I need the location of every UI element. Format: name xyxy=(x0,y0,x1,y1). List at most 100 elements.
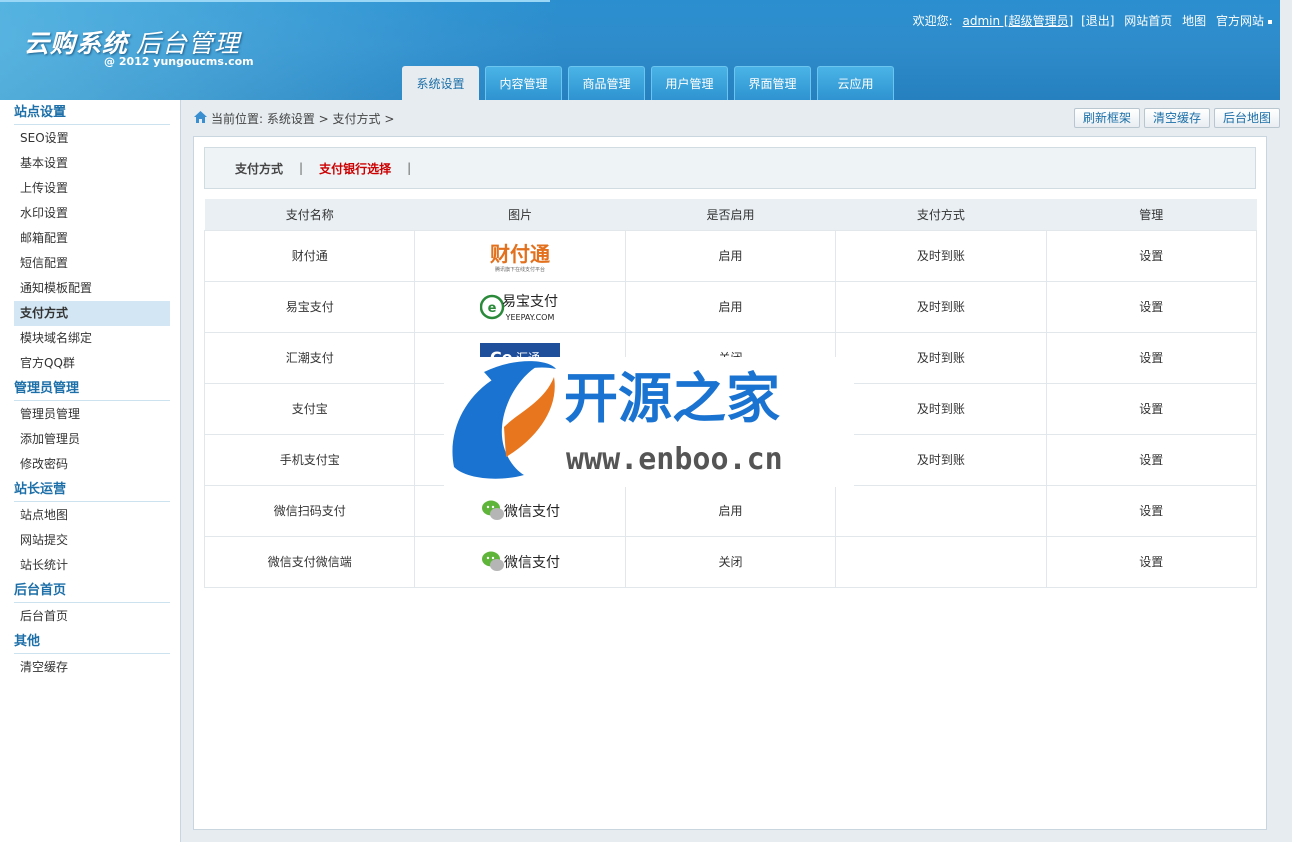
logo-copyright: @ 2012 yungoucms.com xyxy=(104,55,254,68)
tab-cloud-apps[interactable]: 云应用 xyxy=(817,66,894,100)
subtab-bank-select[interactable]: 支付银行选择 xyxy=(319,160,391,177)
table-row: 微信扫码支付 微信支付 启用 设置 xyxy=(203,484,1258,537)
header: 云购系统 后台管理 @ 2012 yungoucms.com 欢迎您: admin… xyxy=(0,0,1280,100)
sidebar-group-site: 站点设置 SEO设置 基本设置 上传设置 水印设置 邮箱配置 短信配置 通知模板… xyxy=(0,100,180,376)
payment-logo-cell: 微信支付 xyxy=(414,484,626,537)
sidebar-item-payment[interactable]: 支付方式 xyxy=(14,301,170,326)
sidebar-item-email[interactable]: 邮箱配置 xyxy=(14,226,170,251)
sidebar-item-sitemap[interactable]: 站点地图 xyxy=(14,503,170,528)
sidebar-item-stats[interactable]: 站长统计 xyxy=(14,553,170,578)
payment-mode: 及时到账 xyxy=(835,280,1047,333)
settings-link[interactable]: 设置 xyxy=(1045,280,1258,333)
wechat-pay-logo-icon: 微信支付 xyxy=(482,551,560,571)
svg-text:微信支付: 微信支付 xyxy=(504,504,560,520)
payment-name: 支付宝 xyxy=(203,382,416,435)
sidebar-item-admin-home[interactable]: 后台首页 xyxy=(14,604,170,629)
sitemap-link[interactable]: 地图 xyxy=(1182,14,1206,28)
payment-mode: 及时到账 xyxy=(835,433,1047,486)
svg-text:财付通: 财付通 xyxy=(490,242,550,266)
wechat-pay-logo-icon: 微信支付 xyxy=(482,500,560,520)
logout-link[interactable]: [退出] xyxy=(1081,14,1114,28)
payment-mode: 及时到账 xyxy=(835,382,1047,435)
sidebar-group-title[interactable]: 后台首页 xyxy=(14,578,170,603)
sidebar-item-change-password[interactable]: 修改密码 xyxy=(14,452,170,477)
tab-system-settings[interactable]: 系统设置 xyxy=(402,66,479,100)
watermark-url: www.enboo.cn xyxy=(566,442,783,477)
status-enabled: 启用 xyxy=(624,280,837,333)
col-enabled: 是否启用 xyxy=(625,199,836,230)
sidebar-group-home: 后台首页 后台首页 xyxy=(0,578,180,629)
breadcrumb-bar: 当前位置: 系统设置 > 支付方式 > 刷新框架 清空缓存 后台地图 xyxy=(182,100,1280,134)
sidebar: 站点设置 SEO设置 基本设置 上传设置 水印设置 邮箱配置 短信配置 通知模板… xyxy=(0,100,181,842)
payment-mode xyxy=(835,535,1047,588)
payment-name: 汇潮支付 xyxy=(203,331,416,384)
logo-title: 云购系统 xyxy=(24,29,129,58)
col-manage: 管理 xyxy=(1046,199,1257,230)
settings-link[interactable]: 设置 xyxy=(1045,484,1258,537)
refresh-frame-button[interactable]: 刷新框架 xyxy=(1073,108,1140,128)
sidebar-group-title[interactable]: 站点设置 xyxy=(14,100,170,125)
tab-products[interactable]: 商品管理 xyxy=(568,66,645,100)
sidebar-item-watermark[interactable]: 水印设置 xyxy=(14,201,170,226)
payment-name: 微信支付微信端 xyxy=(203,535,416,588)
settings-link[interactable]: 设置 xyxy=(1045,535,1258,588)
sidebar-group-title[interactable]: 站长运营 xyxy=(14,477,170,502)
official-site-link[interactable]: 官方网站 xyxy=(1216,14,1264,28)
payment-logo-cell: 微信支付 xyxy=(414,535,626,588)
svg-text:微信支付: 微信支付 xyxy=(504,555,560,571)
tab-interface[interactable]: 界面管理 xyxy=(734,66,811,100)
breadcrumb: 当前位置: 系统设置 > 支付方式 > xyxy=(211,112,395,126)
status-disabled: 关闭 xyxy=(624,535,837,588)
svg-text:e: e xyxy=(488,301,497,316)
sub-tabs: 支付方式 | 支付银行选择 | xyxy=(204,147,1256,189)
payment-mode xyxy=(835,484,1047,537)
tab-content[interactable]: 内容管理 xyxy=(485,66,562,100)
payment-name: 财付通 xyxy=(203,229,416,282)
sidebar-item-add-admin[interactable]: 添加管理员 xyxy=(14,427,170,452)
subtab-separator: | xyxy=(407,161,412,175)
settings-link[interactable]: 设置 xyxy=(1045,382,1258,435)
settings-link[interactable]: 设置 xyxy=(1045,229,1258,282)
yeepay-logo-icon: e 易宝支付 YEEPAY.COM xyxy=(480,294,558,322)
sidebar-item-basic[interactable]: 基本设置 xyxy=(14,151,170,176)
settings-link[interactable]: 设置 xyxy=(1045,433,1258,486)
payment-logo-cell: 财付通 腾讯旗下在线支付平台 xyxy=(414,229,626,282)
subtab-payment-methods[interactable]: 支付方式 xyxy=(235,160,283,177)
status-enabled: 启用 xyxy=(624,484,837,537)
sidebar-item-qq-group[interactable]: 官方QQ群 xyxy=(14,351,170,376)
sidebar-item-clear-cache[interactable]: 清空缓存 xyxy=(14,655,170,680)
clear-cache-button[interactable]: 清空缓存 xyxy=(1143,108,1210,128)
tab-users[interactable]: 用户管理 xyxy=(651,66,728,100)
col-name: 支付名称 xyxy=(204,199,415,230)
svg-text:易宝支付: 易宝支付 xyxy=(502,294,558,310)
admin-user-link[interactable]: admin [超级管理员] xyxy=(962,14,1073,28)
sidebar-item-admin-manage[interactable]: 管理员管理 xyxy=(14,402,170,427)
logo-subtitle: 后台管理 xyxy=(136,29,241,58)
watermark-logo: 开源之家 www.enboo.cn xyxy=(444,357,854,487)
table-row: 易宝支付 e 易宝支付 YEEPAY.COM 启用 及时到账 设置 xyxy=(203,280,1258,333)
admin-map-button[interactable]: 后台地图 xyxy=(1213,108,1280,128)
sidebar-item-notify-template[interactable]: 通知模板配置 xyxy=(14,276,170,301)
sidebar-item-domain-bind[interactable]: 模块域名绑定 xyxy=(14,326,170,351)
table-row: 微信支付微信端 微信支付 关闭 设置 xyxy=(203,535,1258,588)
sidebar-group-other: 其他 清空缓存 xyxy=(0,629,180,680)
sidebar-group-admins: 管理员管理 管理员管理 添加管理员 修改密码 xyxy=(0,376,180,477)
svg-text:腾讯旗下在线支付平台: 腾讯旗下在线支付平台 xyxy=(495,266,545,273)
sidebar-item-submit[interactable]: 网站提交 xyxy=(14,528,170,553)
site-home-link[interactable]: 网站首页 xyxy=(1124,14,1172,28)
sidebar-item-sms[interactable]: 短信配置 xyxy=(14,251,170,276)
sidebar-item-upload[interactable]: 上传设置 xyxy=(14,176,170,201)
sidebar-group-operations: 站长运营 站点地图 网站提交 站长统计 xyxy=(0,477,180,578)
sidebar-group-title[interactable]: 其他 xyxy=(14,629,170,654)
main-tabs: 系统设置 内容管理 商品管理 用户管理 界面管理 云应用 xyxy=(402,66,900,100)
payment-logo-cell: e 易宝支付 YEEPAY.COM xyxy=(414,280,626,333)
top-links: 欢迎您: admin [超级管理员] [退出] 网站首页 地图 官方网站 xyxy=(913,12,1272,29)
sidebar-item-seo[interactable]: SEO设置 xyxy=(14,126,170,151)
toolbar: 刷新框架 清空缓存 后台地图 xyxy=(1070,108,1280,128)
tenpay-logo-icon: 财付通 腾讯旗下在线支付平台 xyxy=(490,242,550,273)
settings-link[interactable]: 设置 xyxy=(1045,331,1258,384)
svg-text:YEEPAY.COM: YEEPAY.COM xyxy=(505,313,555,322)
payment-name: 微信扫码支付 xyxy=(203,484,416,537)
sidebar-group-title[interactable]: 管理员管理 xyxy=(14,376,170,401)
col-image: 图片 xyxy=(414,199,626,230)
